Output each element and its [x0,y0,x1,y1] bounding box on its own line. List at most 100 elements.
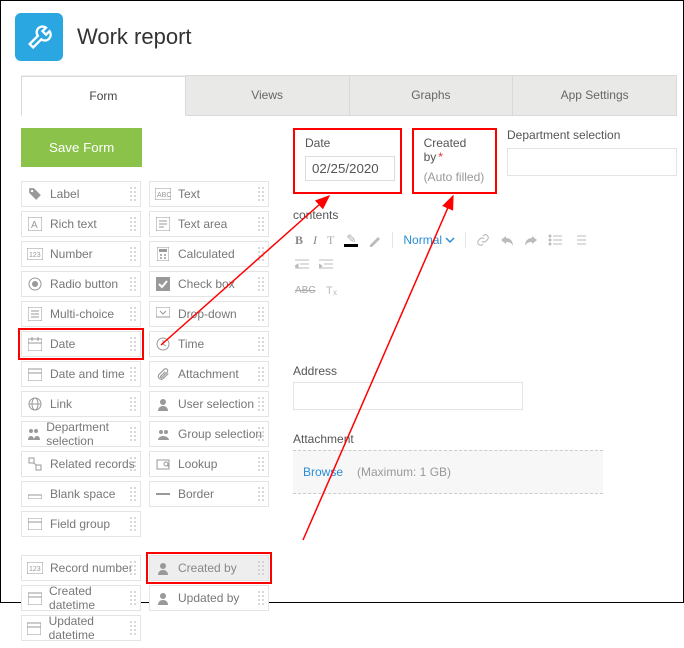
field-label: Created by* [424,136,485,164]
palette-item-label: Related records [50,457,135,471]
palette-date-and-time[interactable]: Date and time [21,361,141,387]
field-value: (Auto filled) [424,170,485,184]
tab-form[interactable]: Form [21,76,186,116]
palette-department-selection[interactable]: Department selection [21,421,141,447]
tab-app-settings[interactable]: App Settings [513,75,677,115]
palette-item-label: Border [178,487,214,501]
palette-group-selection[interactable]: Group selection [149,421,269,447]
palette-number[interactable]: 123 Number [21,241,141,267]
dept-icon [26,425,40,443]
abc-icon: ABC [154,185,172,203]
palette-item-label: Updated datetime [49,614,136,642]
date-input[interactable] [305,156,395,181]
bold-button[interactable]: B [295,233,303,248]
palette-updated-by[interactable]: Updated by [149,585,269,611]
palette-drop-down[interactable]: Drop-down [149,301,269,327]
palette-item-label: Group selection [178,427,262,441]
palette-label[interactable]: Label [21,181,141,207]
rich-text-icon: A [26,215,44,233]
palette-item-label: Record number [50,561,133,575]
tab-graphs[interactable]: Graphs [350,75,514,115]
svg-text:123: 123 [29,566,41,573]
calendar-icon [26,619,43,637]
palette-item-label: Label [50,187,79,201]
address-input[interactable] [293,382,523,410]
palette-field-group[interactable]: Field group [21,511,141,537]
palette-item-label: Link [50,397,72,411]
palette-item-label: Attachment [178,367,239,381]
calendar-icon [26,365,44,383]
palette-check-box[interactable]: Check box [149,271,269,297]
lookup-icon [154,455,172,473]
border-icon [154,485,172,503]
palette-item-label: Department selection [46,420,136,448]
palette-radio-button[interactable]: Radio button [21,271,141,297]
svg-text:x: x [333,288,337,296]
undo-button[interactable] [500,234,514,246]
contents-label: contents [293,208,677,222]
palette-item-label: Field group [50,517,110,531]
palette-record-number[interactable]: 123 Record number [21,555,141,581]
form-field-date[interactable]: Date [293,128,402,194]
form-field-created-by[interactable]: Created by* (Auto filled) [412,128,497,194]
palette-calculated[interactable]: Calculated [149,241,269,267]
palette-item-label: Blank space [50,487,115,501]
palette-item-label: Rich text [50,217,97,231]
palette-link[interactable]: Link [21,391,141,417]
field-palette: Label ABC Text A Rich text Text area 12 [21,181,269,641]
ol-button[interactable] [572,234,586,246]
font-size-button[interactable]: T [327,233,334,248]
palette-rich-text[interactable]: A Rich text [21,211,141,237]
checkbox-icon [154,275,172,293]
calculator-icon [154,245,172,263]
palette-multi-choice[interactable]: Multi-choice [21,301,141,327]
user-icon [154,559,172,577]
page-title: Work report [77,24,192,50]
form-field-department[interactable]: Department selection [507,128,677,194]
palette-created-datetime[interactable]: Created datetime [21,585,141,611]
outdent-button[interactable] [295,258,309,270]
palette-item-label: Drop-down [178,307,237,321]
italic-button[interactable]: I [313,233,317,248]
palette-text-area[interactable]: Text area [149,211,269,237]
palette-user-selection[interactable]: User selection [149,391,269,417]
highlight-button[interactable] [368,233,382,247]
indent-button[interactable] [319,258,333,270]
department-input[interactable] [507,148,677,176]
blank-icon [26,485,44,503]
redo-button[interactable] [524,234,538,246]
ul-button[interactable] [548,234,562,246]
browse-link[interactable]: Browse [303,465,343,479]
palette-blank-space[interactable]: Blank space [21,481,141,507]
palette-border[interactable]: Border [149,481,269,507]
radio-icon [26,275,44,293]
palette-text[interactable]: ABC Text [149,181,269,207]
palette-item-label: Text [178,187,200,201]
field-label: Department selection [507,128,677,142]
number-icon: 123 [26,245,44,263]
tab-views[interactable]: Views [186,75,350,115]
heading-dropdown[interactable]: Normal [403,233,455,247]
field-label: Date [305,136,390,150]
underline-button[interactable]: ✎ [344,234,358,247]
dropdown-icon [154,305,172,323]
svg-text:ABC: ABC [157,192,171,199]
palette-attachment[interactable]: Attachment [149,361,269,387]
palette-item-label: Calculated [178,247,235,261]
address-label: Address [293,364,677,378]
save-form-button[interactable]: Save Form [21,128,142,167]
attachment-dropzone[interactable]: Browse (Maximum: 1 GB) [293,450,603,494]
clock-icon [154,335,172,353]
palette-date[interactable]: Date [21,331,141,357]
palette-updated-datetime[interactable]: Updated datetime [21,615,141,641]
palette-related-records[interactable]: Related records [21,451,141,477]
clear-format-button[interactable]: Tx [326,284,340,296]
palette-item-label: User selection [178,397,254,411]
strike-button[interactable]: ABC [295,284,316,296]
palette-lookup[interactable]: Lookup [149,451,269,477]
user-icon [154,395,172,413]
palette-time[interactable]: Time [149,331,269,357]
link-button[interactable] [476,233,490,247]
palette-created-by[interactable]: Created by [149,555,269,581]
palette-item-label: Lookup [178,457,217,471]
